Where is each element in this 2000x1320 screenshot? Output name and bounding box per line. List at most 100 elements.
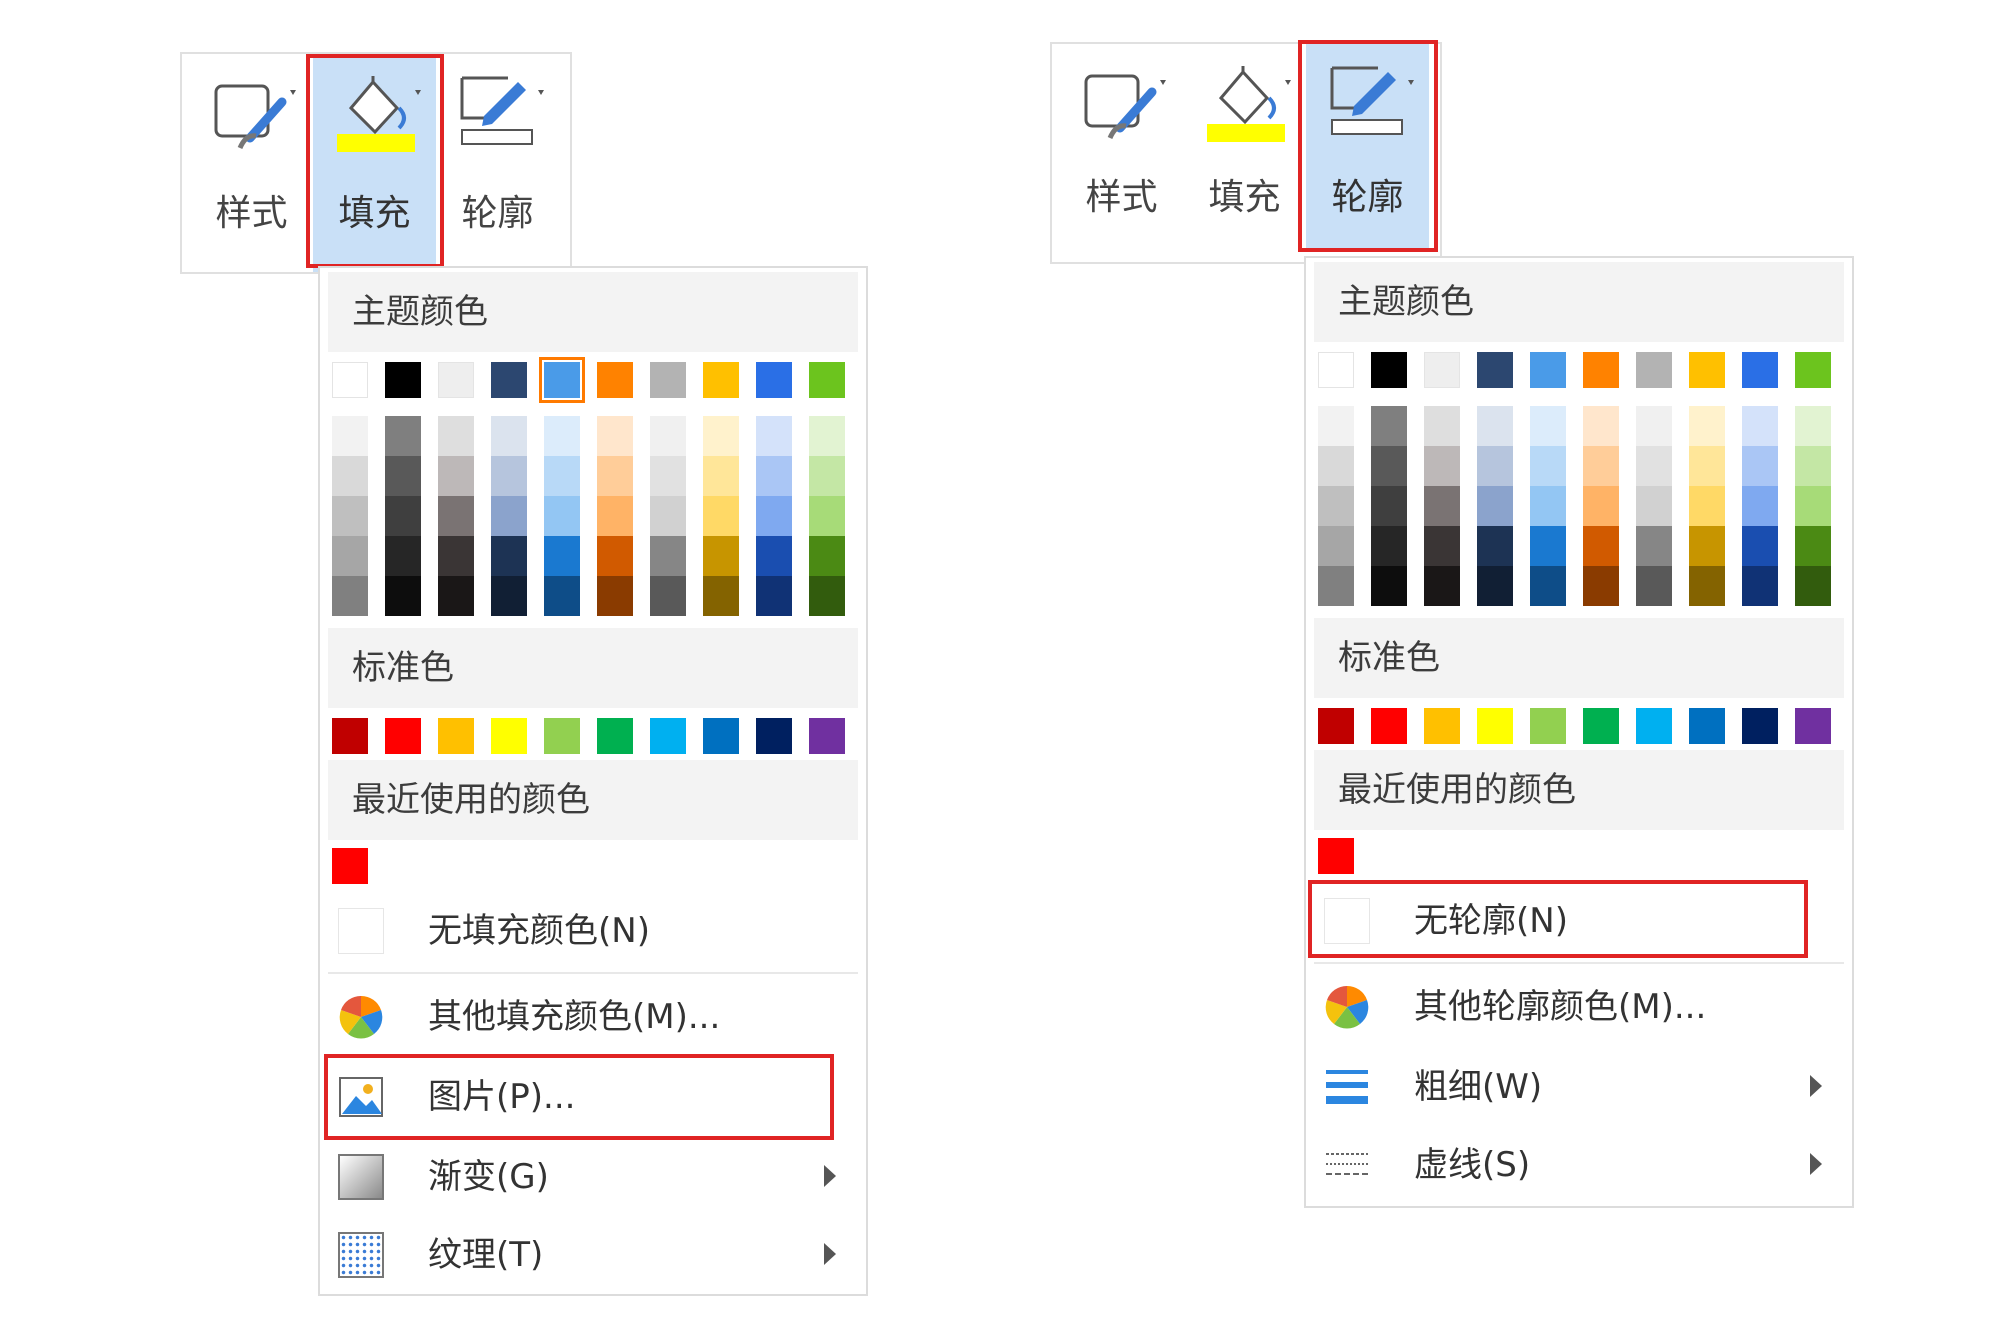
shade-swatch[interactable]	[1742, 406, 1778, 446]
shade-swatch[interactable]	[1689, 566, 1725, 606]
shade-swatch[interactable]	[1371, 486, 1407, 526]
color-swatch[interactable]	[1583, 708, 1619, 744]
color-swatch[interactable]	[1636, 352, 1672, 388]
style-button[interactable]: 样式	[190, 54, 313, 272]
color-swatch[interactable]	[809, 718, 845, 754]
shade-swatch[interactable]	[1371, 406, 1407, 446]
fill-button[interactable]: 填充	[1183, 44, 1306, 262]
shade-swatch[interactable]	[1689, 486, 1725, 526]
shade-swatch[interactable]	[650, 576, 686, 616]
shade-swatch[interactable]	[1477, 566, 1513, 606]
shade-swatch[interactable]	[597, 496, 633, 536]
shade-swatch[interactable]	[1636, 446, 1672, 486]
shade-swatch[interactable]	[1583, 526, 1619, 566]
color-swatch[interactable]	[1530, 708, 1566, 744]
shade-swatch[interactable]	[1318, 446, 1354, 486]
shade-swatch[interactable]	[491, 456, 527, 496]
shade-swatch[interactable]	[438, 536, 474, 576]
shade-swatch[interactable]	[438, 416, 474, 456]
shade-swatch[interactable]	[332, 416, 368, 456]
shade-swatch[interactable]	[544, 576, 580, 616]
more-fill-colors-item[interactable]: 其他填充颜色(M)...	[328, 978, 858, 1056]
color-swatch[interactable]	[1424, 708, 1460, 744]
shade-swatch[interactable]	[544, 536, 580, 576]
gradient-fill-item[interactable]: 渐变(G)	[328, 1138, 858, 1216]
shade-swatch[interactable]	[544, 416, 580, 456]
shade-swatch[interactable]	[1636, 566, 1672, 606]
shade-swatch[interactable]	[1795, 526, 1831, 566]
color-swatch[interactable]	[1477, 352, 1513, 388]
shade-swatch[interactable]	[597, 456, 633, 496]
shade-swatch[interactable]	[756, 576, 792, 616]
shade-swatch[interactable]	[385, 536, 421, 576]
color-swatch[interactable]	[650, 718, 686, 754]
color-swatch[interactable]	[332, 718, 368, 754]
picture-fill-item[interactable]: 图片(P)...	[328, 1058, 858, 1136]
shade-swatch[interactable]	[491, 536, 527, 576]
recent-color-swatch[interactable]	[1318, 838, 1354, 874]
shade-swatch[interactable]	[1742, 526, 1778, 566]
shade-swatch[interactable]	[1742, 566, 1778, 606]
color-swatch[interactable]	[597, 718, 633, 754]
shade-swatch[interactable]	[1636, 526, 1672, 566]
shade-swatch[interactable]	[1530, 566, 1566, 606]
shade-swatch[interactable]	[809, 496, 845, 536]
shade-swatch[interactable]	[809, 536, 845, 576]
shade-swatch[interactable]	[703, 456, 739, 496]
style-button[interactable]: 样式	[1060, 44, 1183, 262]
shade-swatch[interactable]	[1371, 446, 1407, 486]
shade-swatch[interactable]	[385, 576, 421, 616]
shade-swatch[interactable]	[1477, 406, 1513, 446]
shade-swatch[interactable]	[1371, 566, 1407, 606]
shade-swatch[interactable]	[491, 496, 527, 536]
color-swatch[interactable]	[332, 362, 368, 398]
shade-swatch[interactable]	[756, 536, 792, 576]
color-swatch[interactable]	[1583, 352, 1619, 388]
color-swatch[interactable]	[650, 362, 686, 398]
color-swatch[interactable]	[1318, 352, 1354, 388]
shade-swatch[interactable]	[1530, 486, 1566, 526]
shade-swatch[interactable]	[597, 536, 633, 576]
shade-swatch[interactable]	[438, 496, 474, 536]
shade-swatch[interactable]	[809, 416, 845, 456]
shade-swatch[interactable]	[1477, 446, 1513, 486]
shade-swatch[interactable]	[756, 416, 792, 456]
shade-swatch[interactable]	[1318, 566, 1354, 606]
shade-swatch[interactable]	[1424, 486, 1460, 526]
dash-style-item[interactable]: 虚线(S)	[1314, 1126, 1844, 1204]
color-swatch[interactable]	[1689, 708, 1725, 744]
shade-swatch[interactable]	[1530, 446, 1566, 486]
shade-swatch[interactable]	[385, 456, 421, 496]
more-outline-colors-item[interactable]: 其他轮廓颜色(M)...	[1314, 968, 1844, 1046]
color-swatch[interactable]	[703, 362, 739, 398]
color-swatch[interactable]	[1371, 708, 1407, 744]
shade-swatch[interactable]	[1742, 446, 1778, 486]
texture-fill-item[interactable]: 纹理(T)	[328, 1216, 858, 1294]
color-swatch[interactable]	[1424, 352, 1460, 388]
shade-swatch[interactable]	[544, 456, 580, 496]
shade-swatch[interactable]	[1689, 526, 1725, 566]
shade-swatch[interactable]	[809, 576, 845, 616]
shade-swatch[interactable]	[756, 496, 792, 536]
shade-swatch[interactable]	[1318, 406, 1354, 446]
color-swatch[interactable]	[544, 718, 580, 754]
shade-swatch[interactable]	[650, 536, 686, 576]
shade-swatch[interactable]	[1424, 446, 1460, 486]
shade-swatch[interactable]	[332, 496, 368, 536]
shade-swatch[interactable]	[544, 496, 580, 536]
color-swatch[interactable]	[756, 362, 792, 398]
shade-swatch[interactable]	[1795, 406, 1831, 446]
shade-swatch[interactable]	[332, 456, 368, 496]
shade-swatch[interactable]	[597, 576, 633, 616]
color-swatch[interactable]	[491, 718, 527, 754]
color-swatch[interactable]	[539, 357, 585, 403]
shade-swatch[interactable]	[385, 416, 421, 456]
fill-button[interactable]: 填充	[313, 54, 436, 272]
shade-swatch[interactable]	[1477, 486, 1513, 526]
shade-swatch[interactable]	[703, 416, 739, 456]
shade-swatch[interactable]	[1477, 526, 1513, 566]
shade-swatch[interactable]	[1636, 406, 1672, 446]
shade-swatch[interactable]	[1371, 526, 1407, 566]
color-swatch[interactable]	[756, 718, 792, 754]
shade-swatch[interactable]	[438, 456, 474, 496]
